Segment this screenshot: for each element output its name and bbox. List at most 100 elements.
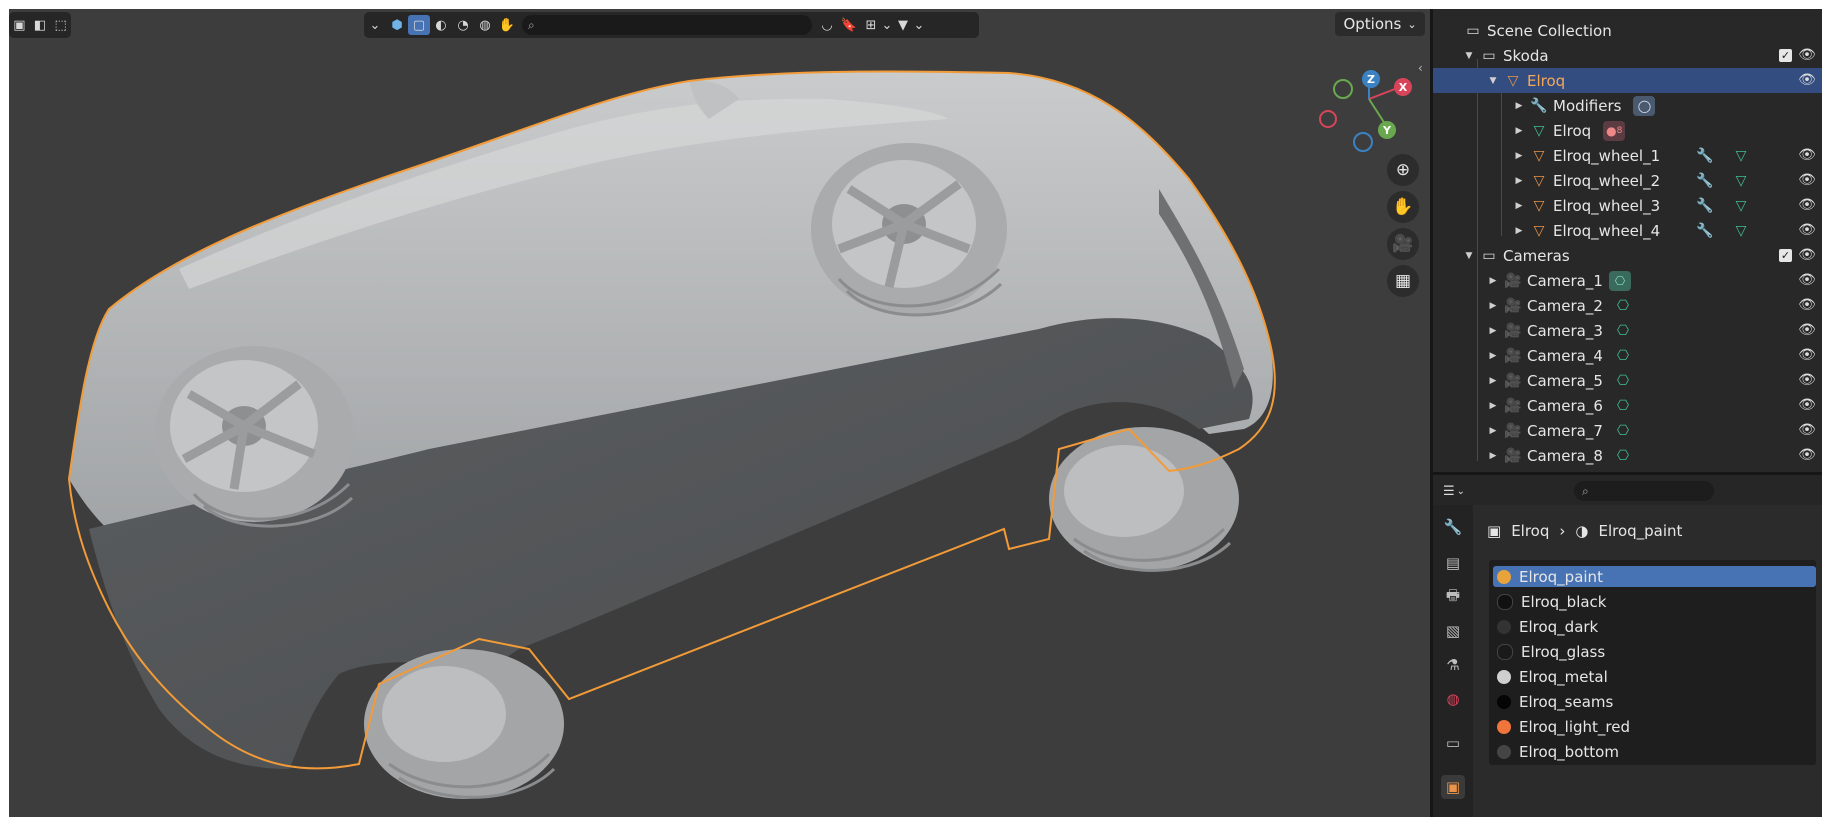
world-tab-icon[interactable]: ◍: [1441, 687, 1465, 711]
camera-data-icon[interactable]: ⎔: [1613, 321, 1633, 341]
material-slot[interactable]: Elroq_light_red: [1493, 716, 1816, 737]
outliner-row-camera-2[interactable]: ▶ 🎥 Camera_2 ⎔ 👁: [1433, 293, 1822, 318]
filter-icon[interactable]: ▼: [892, 15, 914, 35]
chevron-down-icon[interactable]: ⌄: [882, 15, 893, 35]
outliner-row-elroq-wheel-1[interactable]: ▶ ▽ Elroq_wheel_1 🔧 ▽ 👁: [1433, 143, 1822, 168]
outliner-row-camera-6[interactable]: ▶ 🎥 Camera_6 ⎔ 👁: [1433, 393, 1822, 418]
outliner-row-camera-3[interactable]: ▶ 🎥 Camera_3 ⎔ 👁: [1433, 318, 1822, 343]
select-subtract-icon[interactable]: ⬚: [50, 15, 71, 35]
3d-viewport[interactable]: ▣ ◧ ⬚ ⌄ ⬢ ▢ ◐ ◔ ◍ ✋ ⌕ ◡ 🔖 ⊞ ⌄ ▼ ⌄ Option…: [9, 9, 1430, 817]
viewport-shading-solid-icon[interactable]: ◐: [430, 15, 452, 35]
bookmark-icon[interactable]: 🔖: [838, 15, 860, 35]
chevron-down-icon[interactable]: ⌄: [914, 15, 925, 35]
tool-tab-icon[interactable]: 🔧: [1441, 515, 1465, 539]
camera-data-icon[interactable]: ⎔: [1613, 421, 1633, 441]
camera-view-icon[interactable]: 🎥: [1387, 228, 1419, 260]
world-icon[interactable]: ◍: [474, 15, 496, 35]
expand-triangle-icon[interactable]: ▶: [1487, 276, 1499, 286]
expand-triangle-icon[interactable]: ▶: [1487, 451, 1499, 461]
material-slot[interactable]: Elroq_metal: [1493, 666, 1816, 687]
eye-icon[interactable]: 👁: [1798, 196, 1816, 214]
hierarchy-icon[interactable]: ⊞: [860, 15, 882, 35]
pan-hand-icon[interactable]: ✋: [1387, 191, 1419, 223]
object-type-visibility-icon[interactable]: ⬢: [386, 15, 408, 35]
expand-triangle-icon[interactable]: ▶: [1487, 301, 1499, 311]
breadcrumb-material[interactable]: Elroq_paint: [1598, 522, 1682, 540]
material-slot[interactable]: Elroq_black: [1493, 591, 1816, 612]
expand-triangle-icon[interactable]: ▶: [1487, 376, 1499, 386]
eye-icon[interactable]: 👁: [1798, 46, 1816, 64]
camera-data-icon[interactable]: ⎔: [1613, 346, 1633, 366]
expand-triangle-icon[interactable]: ▶: [1513, 201, 1525, 211]
editor-type-dropdown[interactable]: ☰ ⌄: [1443, 481, 1483, 501]
eye-icon[interactable]: 👁: [1798, 421, 1816, 439]
eye-icon[interactable]: 👁: [1798, 271, 1816, 289]
collection-tab-icon[interactable]: ▭: [1441, 731, 1465, 755]
material-slots-icon[interactable]: ● 8: [1603, 120, 1626, 141]
solid-select-icon[interactable]: ▢: [408, 15, 430, 35]
gizmo-neg-x[interactable]: [1319, 110, 1337, 128]
camera-data-icon[interactable]: ⎔: [1613, 446, 1633, 466]
outliner-row-camera-4[interactable]: ▶ 🎥 Camera_4 ⎔ 👁: [1433, 343, 1822, 368]
outliner-row-elroq-mesh[interactable]: ▶ ▽ Elroq ● 8: [1433, 118, 1822, 143]
render-visibility-icon[interactable]: ◔: [452, 15, 474, 35]
outliner-row-cameras[interactable]: ▼ ▭ Cameras ✓ 👁: [1433, 243, 1822, 268]
breadcrumb-object[interactable]: Elroq: [1511, 522, 1549, 540]
outliner-row-elroq-wheel-2[interactable]: ▶ ▽ Elroq_wheel_2 🔧 ▽ 👁: [1433, 168, 1822, 193]
camera-data-icon[interactable]: ⎔: [1613, 396, 1633, 416]
eye-icon[interactable]: 👁: [1798, 321, 1816, 339]
expand-triangle-icon[interactable]: ▶: [1487, 326, 1499, 336]
outliner-row-elroq-wheel-3[interactable]: ▶ ▽ Elroq_wheel_3 🔧 ▽ 👁: [1433, 193, 1822, 218]
outliner-row-camera-1[interactable]: ▶ 🎥 Camera_1 ⎔ 👁: [1433, 268, 1822, 293]
material-slot[interactable]: Elroq_dark: [1493, 616, 1816, 637]
collapse-icon[interactable]: ◡: [816, 15, 838, 35]
material-slot[interactable]: Elroq_glass: [1493, 641, 1816, 662]
expand-triangle-icon[interactable]: ▶: [1513, 101, 1525, 111]
expand-triangle-icon[interactable]: ▶: [1513, 151, 1525, 161]
eye-icon[interactable]: 👁: [1798, 146, 1816, 164]
expand-triangle-icon[interactable]: ▼: [1463, 51, 1475, 61]
eye-icon[interactable]: 👁: [1798, 346, 1816, 364]
expand-triangle-icon[interactable]: ▶: [1513, 176, 1525, 186]
expand-triangle-icon[interactable]: ▶: [1513, 226, 1525, 236]
select-extend-icon[interactable]: ◧: [30, 15, 51, 35]
eye-icon[interactable]: 👁: [1798, 246, 1816, 264]
ortho-grid-icon[interactable]: ▦: [1387, 265, 1419, 297]
viewport-search-input[interactable]: ⌕: [522, 15, 812, 35]
render-tab-icon[interactable]: ▤: [1441, 551, 1465, 575]
options-dropdown[interactable]: Options ⌄: [1335, 12, 1425, 36]
camera-data-icon[interactable]: ⎔: [1613, 371, 1633, 391]
outliner-row-elroq-wheel-4[interactable]: ▶ ▽ Elroq_wheel_4 🔧 ▽ 👁: [1433, 218, 1822, 243]
expand-triangle-icon[interactable]: ▶: [1487, 401, 1499, 411]
gizmo-neg-z[interactable]: [1353, 132, 1373, 152]
eye-icon[interactable]: 👁: [1798, 171, 1816, 189]
select-mode-icon[interactable]: ▣: [9, 15, 30, 35]
properties-search-input[interactable]: ⌕: [1574, 481, 1714, 501]
material-slot[interactable]: Elroq_bottom: [1493, 741, 1816, 762]
eye-icon[interactable]: 👁: [1798, 221, 1816, 239]
zoom-icon[interactable]: ⊕: [1387, 154, 1419, 186]
expand-triangle-icon[interactable]: ▼: [1487, 76, 1499, 86]
eye-icon[interactable]: 👁: [1798, 296, 1816, 314]
material-slot[interactable]: Elroq_seams: [1493, 691, 1816, 712]
outliner-row-camera-5[interactable]: ▶ 🎥 Camera_5 ⎔ 👁: [1433, 368, 1822, 393]
view-layer-tab-icon[interactable]: ▧: [1441, 619, 1465, 643]
outliner-row-camera-8[interactable]: ▶ 🎥 Camera_8 ⎔ 👁: [1433, 443, 1822, 468]
camera-data-icon[interactable]: ⎔: [1613, 296, 1633, 316]
outliner-row-elroq[interactable]: ▼ ▽ Elroq 👁: [1433, 68, 1822, 93]
scene-tab-icon[interactable]: ⚗: [1441, 653, 1465, 677]
outliner-row-camera-7[interactable]: ▶ 🎥 Camera_7 ⎔ 👁: [1433, 418, 1822, 443]
output-tab-icon[interactable]: 🖶: [1441, 585, 1465, 609]
exclude-checkbox[interactable]: ✓: [1779, 49, 1792, 62]
car-model[interactable]: [9, 9, 1430, 817]
camera-data-icon[interactable]: ⎔: [1609, 270, 1631, 291]
expand-triangle-icon[interactable]: ▶: [1487, 426, 1499, 436]
object-tab-icon[interactable]: ▣: [1441, 775, 1465, 799]
exclude-checkbox[interactable]: ✓: [1779, 249, 1792, 262]
gizmo-neg-y[interactable]: [1333, 79, 1353, 99]
eye-icon[interactable]: 👁: [1798, 371, 1816, 389]
navigation-gizmo[interactable]: Z X Y: [1314, 57, 1424, 167]
eye-icon[interactable]: 👁: [1798, 396, 1816, 414]
expand-triangle-icon[interactable]: ▼: [1463, 251, 1475, 261]
expand-triangle-icon[interactable]: ▶: [1487, 351, 1499, 361]
